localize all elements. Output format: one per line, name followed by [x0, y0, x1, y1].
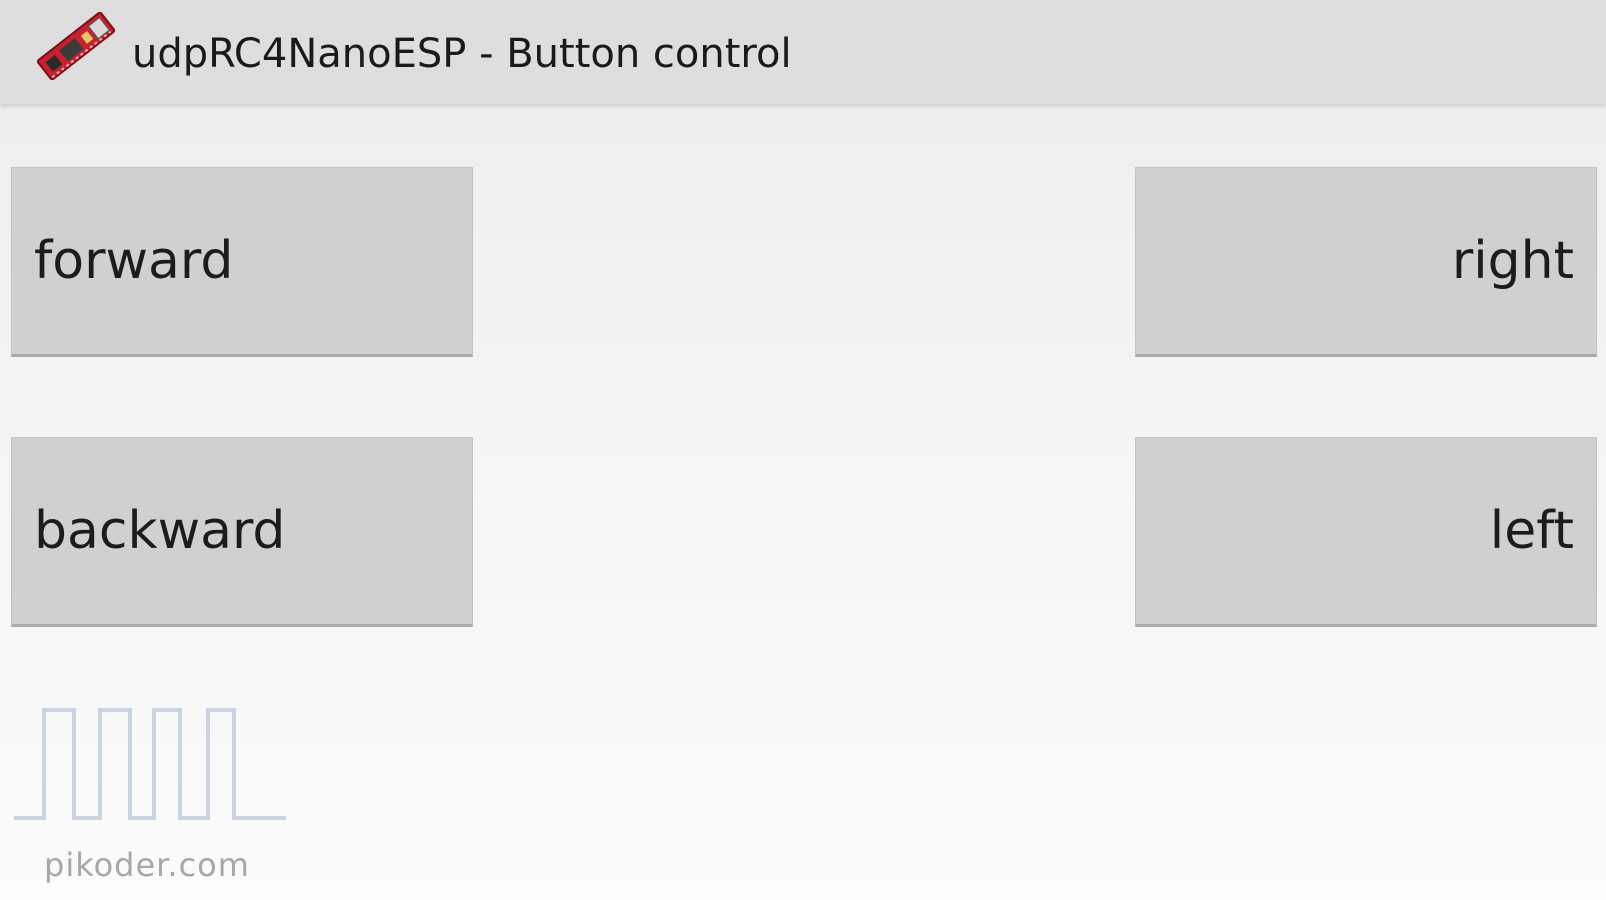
- pulse-waveform-icon: [14, 708, 286, 820]
- forward-button[interactable]: forward: [11, 167, 473, 357]
- logo-text: pikoder.com: [44, 846, 250, 884]
- app-bar: udpRC4NanoESP - Button control: [0, 0, 1606, 104]
- left-button[interactable]: left: [1135, 437, 1597, 627]
- backward-button[interactable]: backward: [11, 437, 473, 627]
- app-title: udpRC4NanoESP - Button control: [132, 31, 792, 77]
- pikoder-logo: pikoder.com: [12, 708, 288, 886]
- circuit-board-icon: [34, 11, 118, 81]
- right-button[interactable]: right: [1135, 167, 1597, 357]
